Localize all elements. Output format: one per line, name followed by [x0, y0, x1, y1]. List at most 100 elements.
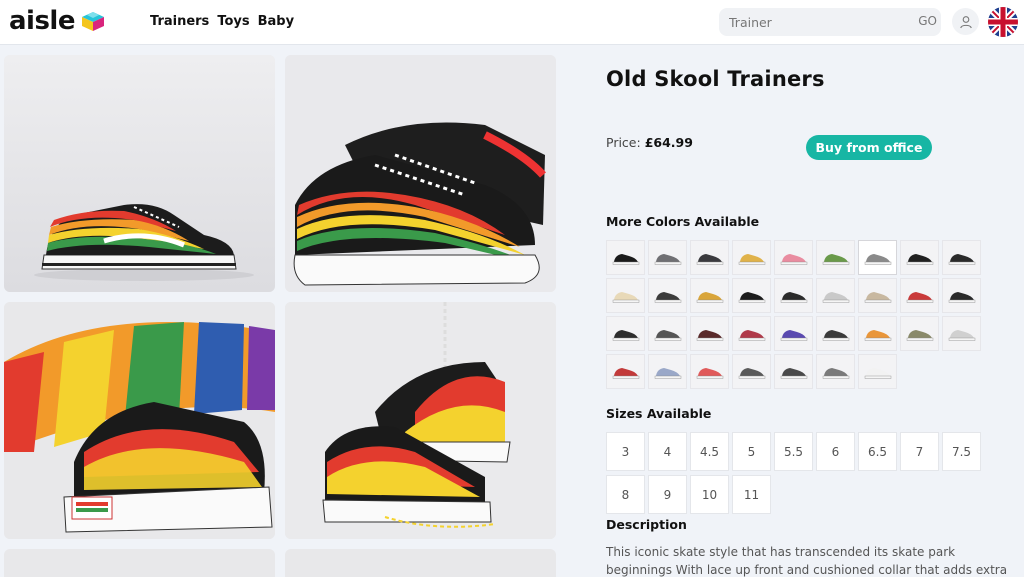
nav-trainers[interactable]: Trainers — [150, 14, 209, 29]
product-image-pair[interactable] — [285, 55, 556, 292]
color-swatch[interactable] — [942, 316, 981, 351]
color-swatch[interactable] — [732, 316, 771, 351]
color-swatches — [606, 240, 986, 389]
shoe-thumbnail-icon — [696, 291, 723, 303]
shoe-thumbnail-icon — [822, 253, 849, 265]
color-swatch[interactable] — [606, 278, 645, 313]
color-swatch[interactable] — [732, 240, 771, 275]
shoe-thumbnail-icon — [948, 253, 975, 265]
search-input[interactable] — [719, 8, 899, 36]
shoe-thumbnail-icon — [864, 367, 891, 379]
size-option[interactable]: 6.5 — [858, 432, 897, 471]
size-option[interactable]: 6 — [816, 432, 855, 471]
color-swatch[interactable] — [816, 316, 855, 351]
product-price: Price: £64.99 — [606, 135, 693, 150]
color-swatch[interactable] — [606, 240, 645, 275]
shoe-thumbnail-icon — [696, 329, 723, 341]
shoe-thumbnail-icon — [612, 329, 639, 341]
color-swatch[interactable] — [942, 278, 981, 313]
shoe-thumbnail-icon — [864, 329, 891, 341]
color-swatch[interactable] — [858, 316, 897, 351]
shoe-thumbnail-icon — [780, 329, 807, 341]
product-description: This iconic skate style that has transce… — [606, 545, 1008, 577]
color-swatch[interactable] — [900, 316, 939, 351]
product-image-side[interactable] — [4, 55, 275, 292]
shoe-thumbnail-icon — [738, 329, 765, 341]
account-button[interactable] — [952, 8, 979, 35]
shoe-thumbnail-icon — [696, 253, 723, 265]
size-option[interactable]: 11 — [732, 475, 771, 514]
color-swatch[interactable] — [942, 240, 981, 275]
color-swatch[interactable] — [690, 278, 729, 313]
color-swatch[interactable] — [732, 354, 771, 389]
price-label: Price: — [606, 135, 641, 150]
shoe-thumbnail-icon — [822, 367, 849, 379]
size-option[interactable]: 7.5 — [942, 432, 981, 471]
language-selector[interactable] — [988, 7, 1018, 37]
color-swatch[interactable] — [690, 316, 729, 351]
shoe-thumbnail-icon — [654, 291, 681, 303]
shoe-thumbnail-icon — [948, 329, 975, 341]
product-title: Old Skool Trainers — [606, 67, 825, 91]
shoe-thumbnail-icon — [780, 291, 807, 303]
sizes-heading: Sizes Available — [606, 406, 712, 421]
color-swatch[interactable] — [606, 354, 645, 389]
size-option[interactable]: 4.5 — [690, 432, 729, 471]
size-option[interactable]: 10 — [690, 475, 729, 514]
size-option[interactable]: 4 — [648, 432, 687, 471]
color-swatch[interactable] — [858, 354, 897, 389]
color-swatch[interactable] — [732, 278, 771, 313]
nav-baby[interactable]: Baby — [258, 14, 294, 29]
buy-button[interactable]: Buy from office — [806, 135, 932, 160]
color-swatch[interactable] — [648, 354, 687, 389]
size-option[interactable]: 8 — [606, 475, 645, 514]
color-swatch[interactable] — [774, 240, 813, 275]
search-box: GO — [719, 8, 941, 36]
color-swatch[interactable] — [648, 316, 687, 351]
logo[interactable]: aisle — [9, 6, 108, 36]
color-swatch[interactable] — [648, 240, 687, 275]
more-colors-heading: More Colors Available — [606, 214, 760, 229]
color-swatch[interactable] — [900, 240, 939, 275]
product-image-sole[interactable] — [4, 302, 275, 539]
color-swatch[interactable] — [900, 278, 939, 313]
shoe-thumbnail-icon — [822, 291, 849, 303]
color-swatch[interactable] — [690, 240, 729, 275]
user-icon — [959, 15, 972, 28]
color-swatch[interactable] — [858, 278, 897, 313]
shoe-thumbnail-icon — [738, 291, 765, 303]
size-option[interactable]: 7 — [900, 432, 939, 471]
size-option[interactable]: 3 — [606, 432, 645, 471]
color-swatch[interactable] — [690, 354, 729, 389]
color-swatch[interactable] — [648, 278, 687, 313]
logo-text: aisle — [9, 6, 75, 36]
color-swatch[interactable] — [774, 278, 813, 313]
product-image-6[interactable] — [285, 549, 556, 577]
color-swatch[interactable] — [816, 354, 855, 389]
shoe-thumbnail-icon — [906, 329, 933, 341]
description-heading: Description — [606, 517, 687, 532]
nav-toys[interactable]: Toys — [217, 14, 249, 29]
shoe-thumbnail-icon — [906, 291, 933, 303]
color-swatch[interactable] — [858, 240, 897, 275]
main-nav: Trainers Toys Baby — [150, 14, 294, 29]
product-image-laces[interactable] — [285, 302, 556, 539]
color-swatch[interactable] — [816, 240, 855, 275]
color-swatch[interactable] — [774, 354, 813, 389]
shoe-thumbnail-icon — [738, 367, 765, 379]
shoe-thumbnail-icon — [654, 329, 681, 341]
size-option[interactable]: 9 — [648, 475, 687, 514]
shoe-thumbnail-icon — [864, 253, 891, 265]
color-swatch[interactable] — [606, 316, 645, 351]
size-option[interactable]: 5 — [732, 432, 771, 471]
size-option[interactable]: 5.5 — [774, 432, 813, 471]
color-swatch[interactable] — [774, 316, 813, 351]
shoe-thumbnail-icon — [780, 253, 807, 265]
shoe-thumbnail-icon — [864, 291, 891, 303]
product-image-5[interactable] — [4, 549, 275, 577]
shoe-thumbnail-icon — [780, 367, 807, 379]
shoe-thumbnail-icon — [612, 291, 639, 303]
color-swatch[interactable] — [816, 278, 855, 313]
search-go-button[interactable]: GO — [918, 14, 937, 28]
shoe-thumbnail-icon — [822, 329, 849, 341]
